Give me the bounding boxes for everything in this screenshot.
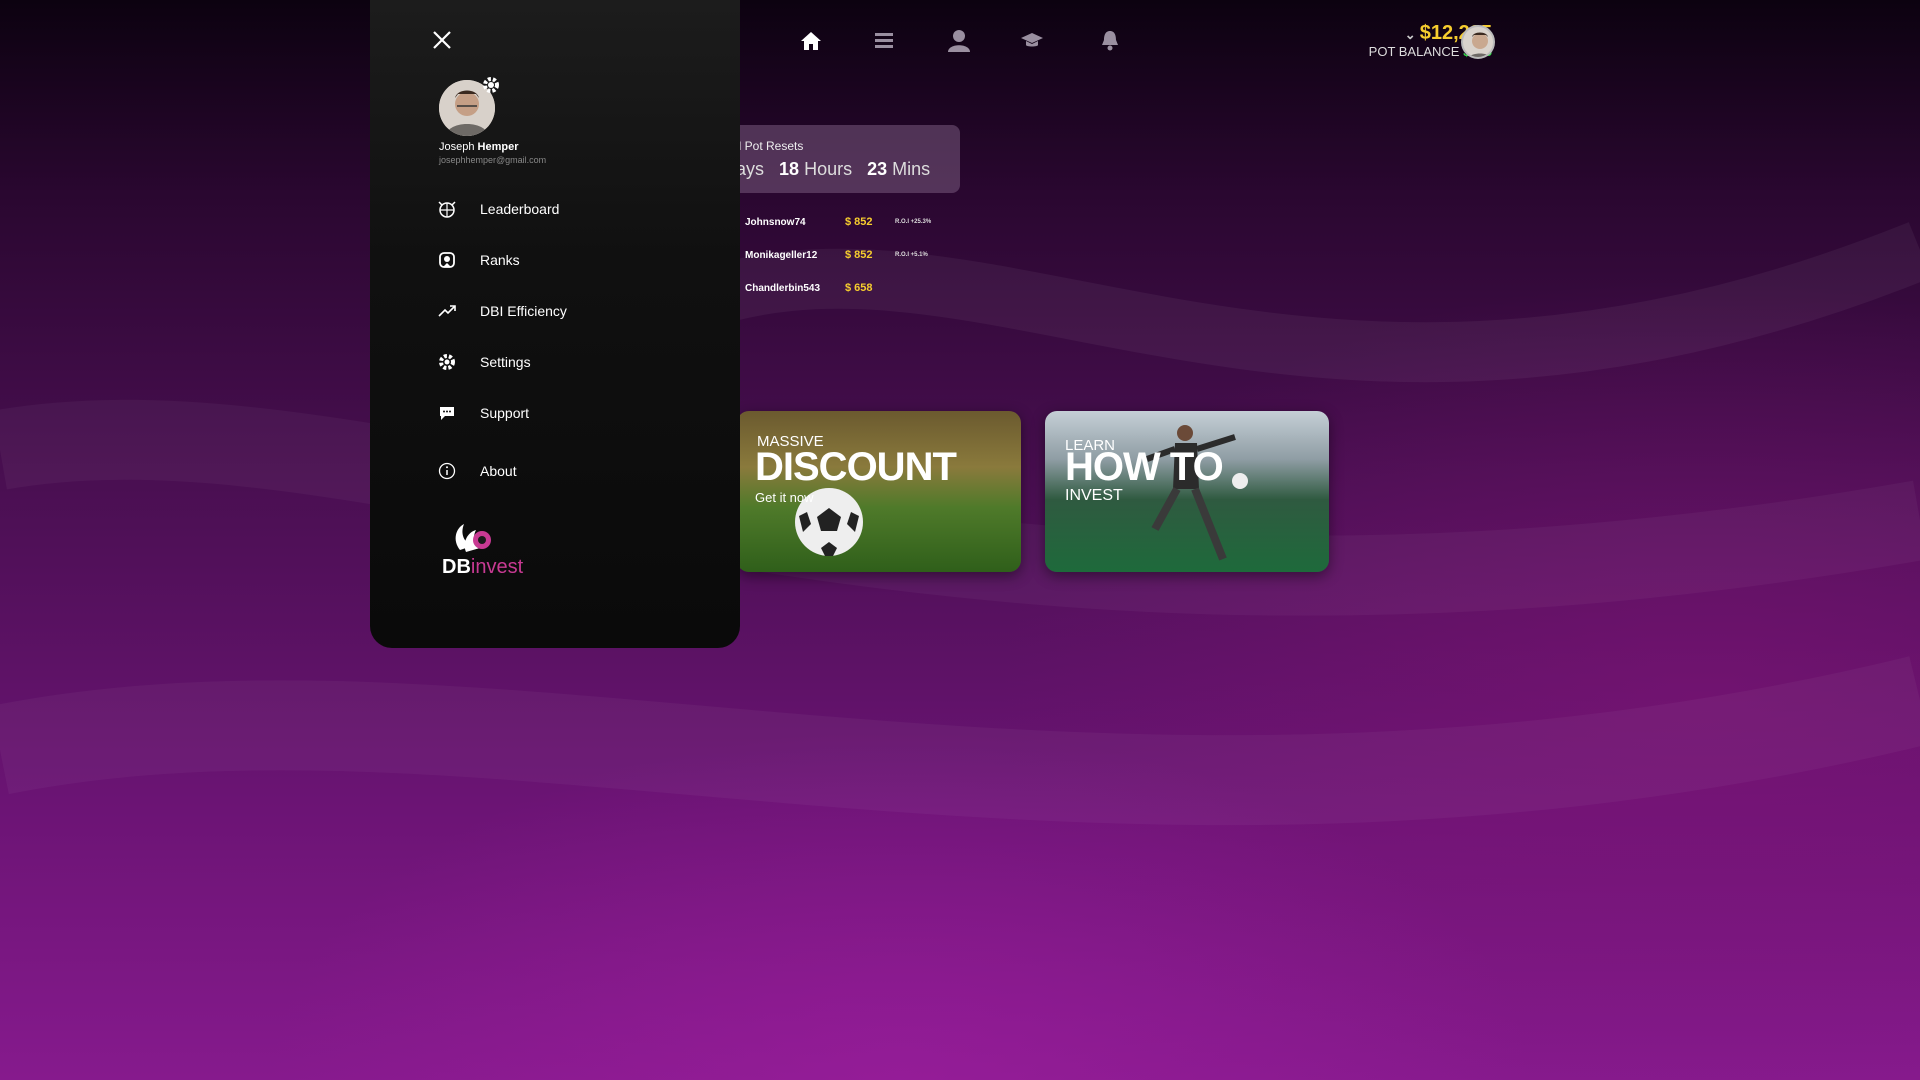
info-icon [436,460,458,482]
chat-icon [436,402,458,424]
gear-icon [436,351,458,373]
trend-up-icon [436,300,458,322]
menu-item-label: About [480,463,517,479]
leader-roi: R.O.I +25.3% [895,219,932,225]
menu-item-label: Settings [480,354,531,370]
profile-email: josephhemper@gmail.com [439,155,547,165]
logo-db-text: DB [442,556,471,578]
chevron-down-icon[interactable]: ⌄ [1405,27,1416,42]
menu-item-about[interactable]: About [436,456,517,486]
logo-text: DBinvest [442,556,523,579]
discount-big-text: DISCOUNT [755,445,957,489]
bell-icon[interactable] [1097,28,1123,54]
rank-badge-icon [436,249,458,271]
profile-settings-icon[interactable] [481,75,501,95]
leaderboard-row[interactable]: Monikageller12 $ 852 R.O.I +5.1% [745,249,928,261]
menu-item-label: DBI Efficiency [480,303,567,319]
discount-card[interactable]: MASSIVE DISCOUNT Get it now [737,411,1021,572]
timer-hours-value: 18 [779,159,800,179]
side-menu: Joseph Hemper josephhemper@gmail.com Lea… [370,0,740,648]
leader-name: Chandlerbin543 [745,282,821,294]
timer-mins-label: Mins [892,159,931,179]
leader-name: Monikageller12 [745,249,818,261]
menu-item-label: Leaderboard [480,201,560,217]
profile-first-name: Joseph [439,141,475,153]
leader-amount: $ 852 [845,216,873,228]
timer-days-fragment: ays [736,159,765,179]
globe-trophy-icon [436,198,458,220]
logo-invest-text: invest [470,556,524,578]
timer-hours-label: Hours [804,159,853,179]
menu-item-dbi-efficiency[interactable]: DBI Efficiency [436,296,567,326]
menu-item-ranks[interactable]: Ranks [436,245,520,275]
learn-big-text: HOW TO [1065,445,1224,489]
discount-sub-text: Get it now [755,490,814,505]
pot-balance-label: POT BALANCE [1368,44,1460,59]
timer-mins-value: 23 [867,159,888,179]
menu-item-label: Ranks [480,252,520,268]
leader-amount: $ 852 [845,249,873,261]
menu-item-settings[interactable]: Settings [436,347,531,377]
profile-name: Joseph Hemper [439,141,519,153]
list-icon[interactable] [871,28,897,54]
leader-name: Johnsnow74 [745,216,806,228]
close-icon[interactable] [430,28,454,52]
menu-item-leaderboard[interactable]: Leaderboard [436,194,559,224]
player-illustration [1145,425,1248,561]
profile-last-name: Hemper [477,141,519,153]
menu-item-support[interactable]: Support [436,398,529,428]
avatar[interactable] [1461,25,1495,59]
home-icon[interactable] [798,28,824,54]
learn-card[interactable]: LEARN HOW TO INVEST [1045,411,1329,572]
user-icon[interactable] [946,28,972,54]
menu-item-label: Support [480,405,530,421]
leaderboard-row[interactable]: Chandlerbin543 $ 658 [745,282,895,294]
graduation-cap-icon[interactable] [1019,28,1045,54]
leader-roi: R.O.I +5.1% [895,252,928,258]
timer-title: ll Pot Resets [736,139,804,153]
leaderboard-row[interactable]: Johnsnow74 $ 852 R.O.I +25.3% [745,216,931,228]
learn-sub-text: INVEST [1065,487,1123,504]
leader-amount: $ 658 [845,282,873,294]
